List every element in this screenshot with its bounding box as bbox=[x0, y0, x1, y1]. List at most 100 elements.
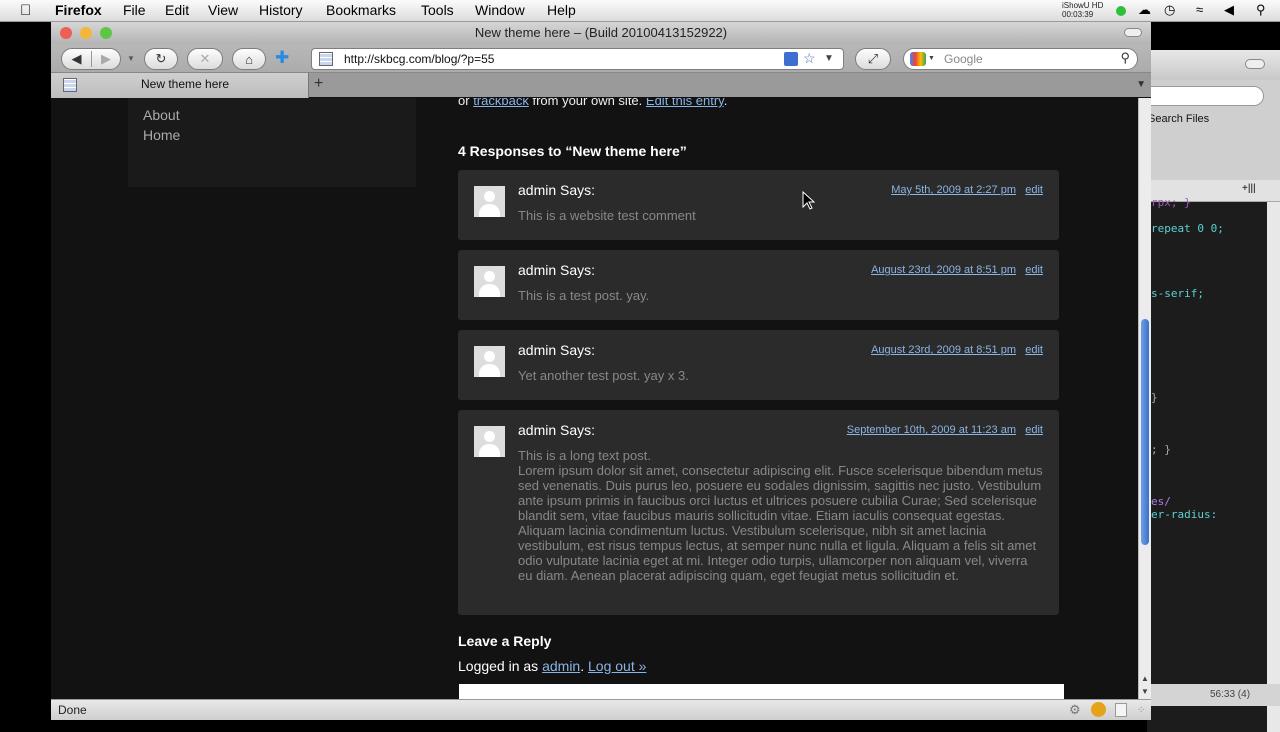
close-window-icon[interactable] bbox=[60, 27, 72, 39]
code-line: repeat 0 0; bbox=[1151, 222, 1224, 235]
avatar bbox=[474, 266, 505, 297]
add-bookmark-plus-icon[interactable]: ✚ bbox=[275, 48, 289, 68]
stop-icon: ✕ bbox=[199, 51, 211, 66]
firefox-window: New theme here – (Build 20100413152922) … bbox=[51, 22, 1151, 720]
comment-date-link[interactable]: August 23rd, 2009 at 8:51 pm bbox=[871, 344, 1016, 356]
history-dropdown-icon[interactable]: ▼ bbox=[127, 54, 135, 63]
home-button[interactable]: ⌂ bbox=[232, 48, 266, 70]
url-bar[interactable]: http://skbcg.com/blog/?p=55 ☆ ▼ bbox=[311, 48, 844, 70]
addon-page-icon[interactable] bbox=[1115, 703, 1127, 717]
comment-author: admin Says: bbox=[518, 422, 596, 438]
site-identity-icon[interactable] bbox=[319, 52, 333, 66]
comment-first-line: This is a long text post. bbox=[518, 448, 651, 463]
menu-window[interactable]: Window bbox=[475, 2, 525, 18]
menu-history[interactable]: History bbox=[259, 2, 303, 18]
comment-author: admin Says: bbox=[518, 262, 596, 278]
cloud-icon[interactable]: ☁ bbox=[1138, 2, 1151, 18]
zoom-window-icon[interactable] bbox=[100, 27, 112, 39]
wifi-icon[interactable]: ≈ bbox=[1196, 2, 1203, 17]
logged-in-line: Logged in as admin. Log out » bbox=[458, 658, 646, 674]
menu-view[interactable]: View bbox=[208, 2, 238, 18]
editor-scrollbar[interactable] bbox=[1267, 202, 1280, 732]
comment-text: This is a long text post. Lorem ipsum do… bbox=[518, 448, 1043, 583]
post-meta-line: or trackback from your own site. Edit th… bbox=[458, 98, 727, 108]
comment-card: admin Says: September 10th, 2009 at 11:2… bbox=[458, 410, 1059, 615]
toolbar-toggle-button[interactable] bbox=[1124, 28, 1142, 37]
comment-date-link[interactable]: August 23rd, 2009 at 8:51 pm bbox=[871, 264, 1016, 276]
reload-button[interactable]: ↻ bbox=[144, 48, 178, 70]
editor-status: 56:33 (4) bbox=[1147, 684, 1280, 706]
status-bar: Done ⚙ ⁘ bbox=[51, 699, 1151, 720]
comment-edit-link[interactable]: edit bbox=[1025, 264, 1043, 276]
tab-list-dropdown-icon[interactable]: ▼ bbox=[1136, 79, 1146, 90]
menu-help[interactable]: Help bbox=[547, 2, 576, 18]
mac-menubar:  Firefox File Edit View History Bookmar… bbox=[0, 0, 1280, 22]
fullscreen-button[interactable]: ⤢ bbox=[855, 48, 891, 70]
code-line: s-serif; bbox=[1151, 287, 1204, 300]
background-editor-window: Search Files +||| rpx; } repeat 0 0; s-s… bbox=[1147, 50, 1280, 732]
search-magnifier-icon[interactable]: ⚲ bbox=[1120, 50, 1130, 66]
status-text: Done bbox=[58, 703, 87, 717]
new-tab-plus-icon[interactable]: + bbox=[314, 75, 323, 93]
recorder-name: iShowU HD bbox=[1062, 1, 1104, 10]
comment-date-link[interactable]: September 10th, 2009 at 11:23 am bbox=[847, 424, 1016, 436]
comment-text: Yet another test post. yay x 3. bbox=[518, 368, 689, 383]
addon-gear-icon[interactable]: ⚙ bbox=[1069, 702, 1081, 718]
bookmark-star-icon[interactable]: ☆ bbox=[803, 50, 816, 67]
avatar bbox=[474, 346, 505, 377]
logged-in-prefix: Logged in as bbox=[458, 658, 539, 674]
resize-grip-icon[interactable]: ⁘ bbox=[1137, 705, 1145, 716]
comment-edit-link[interactable]: edit bbox=[1025, 344, 1043, 356]
scroll-down-arrow-icon[interactable]: ▼ bbox=[1141, 687, 1149, 696]
engine-dropdown-icon[interactable]: ▼ bbox=[928, 55, 935, 62]
page-scrollbar[interactable]: ▲ ▼ bbox=[1138, 98, 1151, 699]
comment-date-link[interactable]: May 5th, 2009 at 2:27 pm bbox=[891, 184, 1016, 196]
minimize-window-icon[interactable] bbox=[80, 27, 92, 39]
status-green-icon[interactable] bbox=[1116, 6, 1126, 16]
resize-arrows-icon: ⤢ bbox=[867, 51, 879, 66]
reply-textarea[interactable] bbox=[459, 684, 1064, 699]
editor-titlebar bbox=[1147, 50, 1280, 80]
addon-face-icon[interactable] bbox=[1091, 702, 1106, 717]
comment-edit-link[interactable]: edit bbox=[1025, 424, 1043, 436]
menu-edit[interactable]: Edit bbox=[165, 2, 189, 18]
search-bar[interactable]: ▼ Google ⚲ bbox=[903, 48, 1138, 70]
url-dropdown-icon[interactable]: ▼ bbox=[824, 53, 834, 64]
logout-link[interactable]: Log out » bbox=[588, 658, 646, 674]
back-arrow-icon[interactable]: ◀ bbox=[62, 51, 92, 67]
topline-middle: from your own site. bbox=[532, 98, 643, 108]
logged-in-sep: . bbox=[580, 658, 585, 674]
avatar bbox=[474, 186, 505, 217]
rss-feed-icon[interactable] bbox=[784, 52, 798, 66]
comment-card: admin Says: May 5th, 2009 at 2:27 pm edi… bbox=[458, 170, 1059, 240]
editor-search-field[interactable] bbox=[1147, 86, 1264, 106]
user-profile-link[interactable]: admin bbox=[542, 658, 580, 674]
scroll-up-arrow-icon[interactable]: ▲ bbox=[1141, 674, 1149, 683]
stop-button[interactable]: ✕ bbox=[187, 48, 223, 70]
comment-author: admin Says: bbox=[518, 182, 596, 198]
google-search-engine-icon[interactable] bbox=[910, 52, 926, 66]
edit-entry-link[interactable]: Edit this entry bbox=[646, 98, 724, 108]
volume-icon[interactable]: ◀ bbox=[1224, 2, 1234, 18]
menu-bookmarks[interactable]: Bookmarks bbox=[326, 2, 396, 18]
apple-menu-icon[interactable]:  bbox=[20, 2, 31, 19]
nav-link-about[interactable]: About bbox=[143, 107, 180, 123]
url-text: http://skbcg.com/blog/?p=55 bbox=[344, 52, 495, 66]
forward-arrow-icon[interactable]: ▶ bbox=[92, 51, 120, 67]
editor-toolbar-toggle[interactable] bbox=[1245, 59, 1265, 69]
menu-tools[interactable]: Tools bbox=[421, 2, 454, 18]
avatar bbox=[474, 426, 505, 457]
scrollbar-thumb[interactable] bbox=[1141, 319, 1149, 545]
trackback-link[interactable]: trackback bbox=[473, 98, 529, 108]
nav-link-home[interactable]: Home bbox=[143, 127, 180, 143]
spotlight-icon[interactable]: ⚲ bbox=[1256, 2, 1266, 18]
search-files-label: Search Files bbox=[1148, 113, 1210, 125]
menu-app-firefox[interactable]: Firefox bbox=[55, 2, 102, 18]
tab-favicon-icon bbox=[63, 78, 77, 92]
clock-icon[interactable]: ◷ bbox=[1164, 2, 1175, 18]
comment-edit-link[interactable]: edit bbox=[1025, 184, 1043, 196]
editor-code-area[interactable]: rpx; } repeat 0 0; s-serif; } ; } es/ er… bbox=[1147, 196, 1267, 732]
tab-label: New theme here bbox=[141, 77, 230, 91]
tab-new-theme-here[interactable]: New theme here bbox=[51, 73, 309, 98]
menu-file[interactable]: File bbox=[123, 2, 146, 18]
